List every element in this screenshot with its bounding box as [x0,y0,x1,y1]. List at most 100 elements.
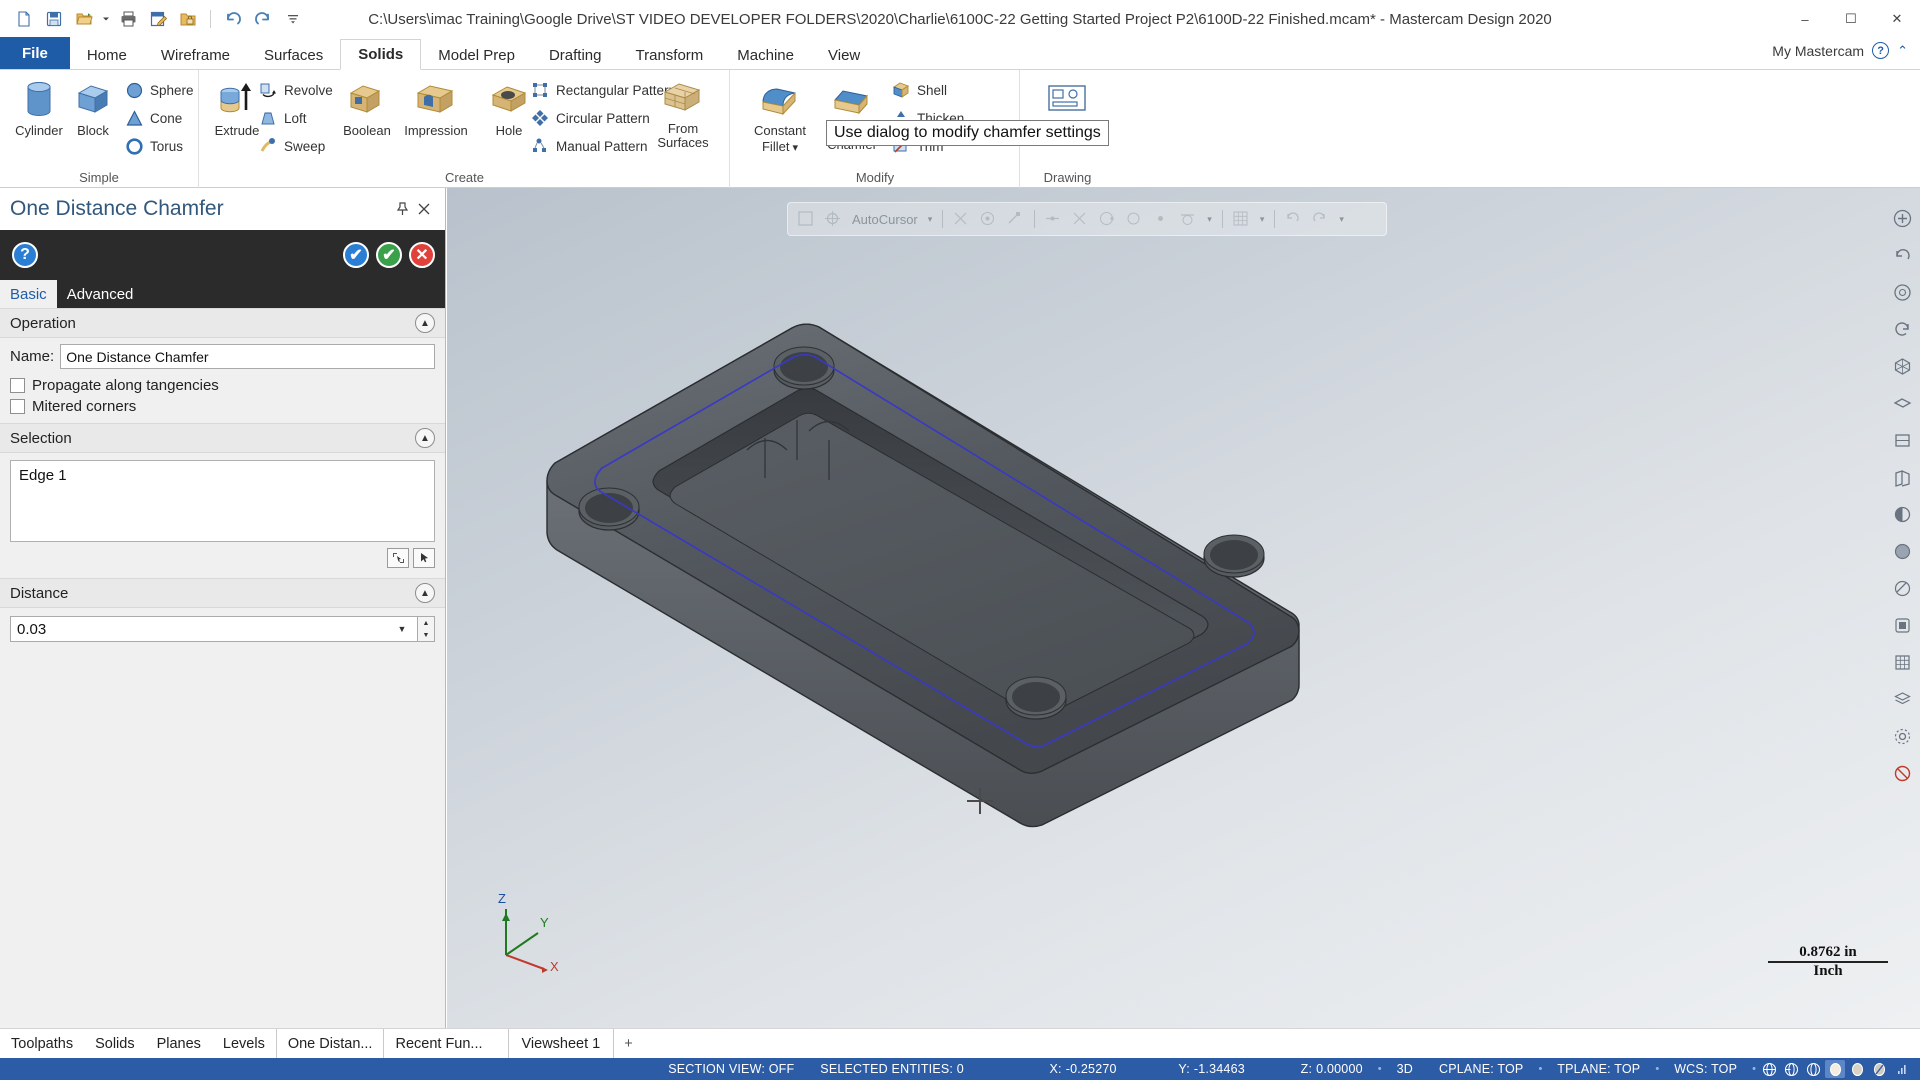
shell-button[interactable]: Shell [891,78,947,102]
material-shaded-icon[interactable] [1847,1060,1867,1078]
tab-home[interactable]: Home [70,40,144,70]
mitered-corners-checkbox[interactable] [10,399,25,414]
bottom-tab-levels[interactable]: Levels [212,1029,276,1059]
hidden-lines-icon[interactable] [1888,611,1916,639]
cone-button[interactable]: Cone [124,106,182,130]
ok-icon[interactable]: ✔ [376,242,402,268]
wireframe-view-icon[interactable] [1759,1060,1779,1078]
status-cplane[interactable]: CPLANE: TOP [1426,1062,1536,1076]
tab-drafting[interactable]: Drafting [532,40,619,70]
isometric-view-icon[interactable] [1888,352,1916,380]
tab-model-prep[interactable]: Model Prep [421,40,532,70]
boolean-button[interactable]: Boolean [334,76,400,138]
tab-machine[interactable]: Machine [720,40,811,70]
chevron-down-icon[interactable]: ▼ [393,617,411,641]
cursor-icon[interactable] [413,548,435,568]
new-file-icon[interactable] [10,5,38,33]
from-surfaces-button[interactable]: From Surfaces [648,74,718,150]
edit-file-icon[interactable] [144,5,172,33]
status-section-view[interactable]: SECTION VIEW: OFF [655,1062,807,1076]
shading-wire-icon[interactable] [1803,1060,1823,1078]
cancel-icon[interactable]: ✕ [409,242,435,268]
sphere-button[interactable]: Sphere [124,78,194,102]
tab-view[interactable]: View [811,40,877,70]
status-tplane[interactable]: TPLANE: TOP [1544,1062,1653,1076]
apply-and-create-new-icon[interactable]: ✔ [343,242,369,268]
tab-surfaces[interactable]: Surfaces [247,40,340,70]
reselect-icon[interactable] [387,548,409,568]
distance-input[interactable]: 0.03 ▼ [10,616,418,642]
propagate-tangencies-row[interactable]: Propagate along tangencies [0,375,445,396]
translucency-icon[interactable] [1869,1060,1889,1078]
bottom-tab-recent-functions[interactable]: Recent Fun... [384,1029,493,1059]
redo-icon[interactable] [249,5,277,33]
hidden-lines-view-icon[interactable] [1781,1060,1801,1078]
mitered-corners-row[interactable]: Mitered corners [0,396,445,423]
status-selected-entities[interactable]: SELECTED ENTITIES: 0 [807,1062,977,1076]
pin-icon[interactable] [391,198,413,220]
wireframe-shading-icon[interactable] [1888,500,1916,528]
front-view-icon[interactable] [1888,426,1916,454]
help-icon[interactable]: ? [12,242,38,268]
close-button[interactable]: ✕ [1874,0,1920,38]
resize-grip-icon[interactable] [1891,1060,1911,1078]
dynamic-rotate-icon[interactable] [1888,315,1916,343]
propagate-tangencies-checkbox[interactable] [10,378,25,393]
mesh-icon[interactable] [1888,648,1916,676]
open-dropdown-icon[interactable] [100,5,112,33]
translucent-icon[interactable] [1888,574,1916,602]
tab-solids[interactable]: Solids [340,39,422,70]
blank-icon[interactable] [1888,759,1916,787]
close-icon[interactable] [413,198,435,220]
tab-file[interactable]: File [0,37,70,69]
selection-listbox[interactable]: Edge 1 [10,460,435,542]
unzoom-icon[interactable] [1888,241,1916,269]
undo-icon[interactable] [219,5,247,33]
bottom-tab-planes[interactable]: Planes [146,1029,212,1059]
collapse-ribbon-icon[interactable]: ⌃ [1897,43,1908,59]
shaded-view-icon[interactable] [1825,1060,1845,1078]
top-view-icon[interactable] [1888,389,1916,417]
status-wcs[interactable]: WCS: TOP [1661,1062,1750,1076]
print-icon[interactable] [114,5,142,33]
zoom-window-icon[interactable] [1888,278,1916,306]
sweep-button[interactable]: Sweep [258,134,325,158]
list-item[interactable]: Edge 1 [19,467,426,484]
bottom-tab-solids[interactable]: Solids [84,1029,146,1059]
circular-pattern-button[interactable]: Circular Pattern [530,106,650,130]
cylinder-button[interactable]: Cylinder [8,76,70,138]
open-folder-icon[interactable] [70,5,98,33]
bottom-tab-one-distance-chamfer[interactable]: One Distan... [275,1028,385,1059]
help-icon[interactable]: ? [1872,42,1890,59]
settings-icon[interactable] [1888,722,1916,750]
block-button[interactable]: Block [62,76,124,138]
status-dimension-mode[interactable]: 3D [1384,1062,1426,1076]
right-view-icon[interactable] [1888,463,1916,491]
tab-advanced[interactable]: Advanced [57,280,144,308]
fit-icon[interactable] [1888,204,1916,232]
collapse-operation-icon[interactable]: ▲ [415,313,435,333]
name-input[interactable]: One Distance Chamfer [60,344,435,369]
minimize-button[interactable]: – [1782,0,1828,38]
impression-button[interactable]: Impression [396,76,476,138]
my-mastercam-link[interactable]: My Mastercam [1772,43,1864,59]
maximize-button[interactable]: ☐ [1828,0,1874,38]
save-icon[interactable] [40,5,68,33]
add-viewsheet-button[interactable]: + [614,1036,642,1052]
customize-qat-icon[interactable] [279,5,307,33]
distance-stepper-up[interactable]: ▲ [418,617,434,629]
collapse-selection-icon[interactable]: ▲ [415,428,435,448]
loft-button[interactable]: Loft [258,106,307,130]
tab-basic[interactable]: Basic [0,280,57,308]
constant-fillet-button[interactable]: Constant Fillet ▾ [743,76,817,156]
graphics-viewport[interactable]: AutoCursor ▾ ▾ ▾ ▾ Z Y X 0.8762 in Inch [447,188,1920,1028]
revolve-button[interactable]: Revolve [258,78,333,102]
viewsheet-tab[interactable]: Viewsheet 1 [507,1028,615,1059]
torus-button[interactable]: Torus [124,134,183,158]
layers-icon[interactable] [1888,685,1916,713]
collapse-distance-icon[interactable]: ▲ [415,583,435,603]
manual-pattern-button[interactable]: Manual Pattern [530,134,648,158]
distance-stepper-down[interactable]: ▼ [418,629,434,641]
tab-wireframe[interactable]: Wireframe [144,40,247,70]
folder-lock-icon[interactable] [174,5,202,33]
